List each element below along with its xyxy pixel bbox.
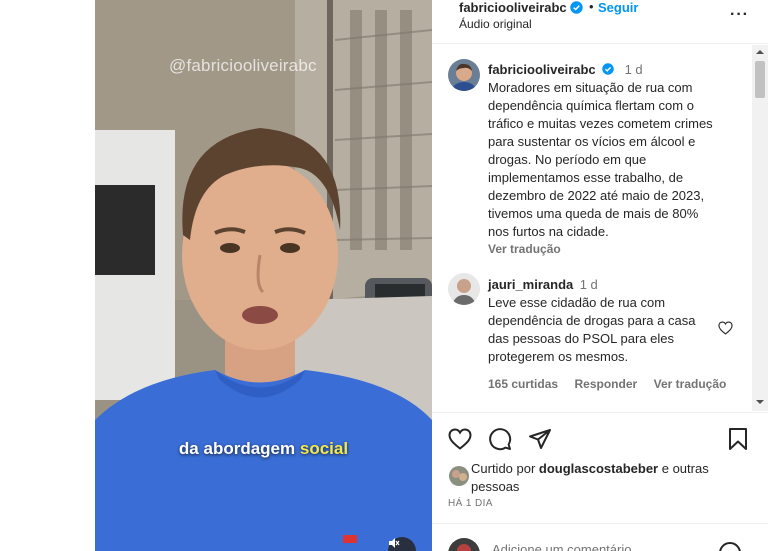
comment-time[interactable]: 1 d [625, 62, 643, 77]
comment-line: tráfico e muitas vezes cometem crimes [488, 116, 713, 131]
see-translation-link[interactable]: Ver tradução [654, 377, 727, 391]
comment-like-icon[interactable] [718, 321, 733, 340]
instagram-post-page: @fabriciooliveirabc da abordagem social … [0, 0, 782, 551]
header-separator: • [589, 0, 594, 14]
avatar[interactable] [448, 59, 480, 91]
comment-line: Leve esse cidadão de rua com [488, 295, 666, 310]
verified-badge-icon [570, 1, 583, 19]
see-translation-link[interactable]: Ver tradução [488, 242, 758, 256]
post-side-panel: fabriciooliveirabc • Seguir Áudio origin… [432, 0, 768, 551]
more-options-icon[interactable]: ··· [730, 6, 749, 24]
comment-line: Moradores em situação de rua com [488, 80, 693, 95]
author-username[interactable]: fabriciooliveirabc [459, 0, 567, 15]
post-timestamp[interactable]: HÁ 1 DIA [448, 498, 493, 509]
video-caption: da abordagem social [95, 439, 432, 459]
comment-line: das pessoas do PSOL para eles [488, 331, 674, 346]
comment-head: jauri_miranda 1 d [488, 276, 733, 294]
comment-line: nos furtos na cidade. [488, 224, 609, 239]
avatar[interactable] [448, 273, 480, 305]
post-header: fabriciooliveirabc • Seguir Áudio origin… [432, 0, 768, 44]
scroll-down-icon[interactable] [752, 395, 768, 409]
like-icon[interactable] [448, 428, 472, 455]
comment-username[interactable]: fabriciooliveirabc [488, 62, 596, 77]
comment-input[interactable]: Adicione um comentário... [492, 542, 642, 551]
comment-line: implementamos esse trabalho, de [488, 170, 684, 185]
reel-video[interactable]: @fabriciooliveirabc da abordagem social [95, 0, 432, 551]
liked-by-others[interactable]: pessoas [471, 479, 519, 494]
liked-by-suffix: e outras [658, 461, 709, 476]
reply-button[interactable]: Responder [575, 377, 638, 391]
comment-line: tivemos uma queda de mais de 80% [488, 206, 699, 221]
comment-text: Moradores em situação de rua com dependê… [488, 79, 758, 241]
liked-by-text: Curtido por douglascostabeber e outras p… [471, 460, 761, 496]
emoji-icon[interactable] [719, 542, 741, 551]
caption-text: da abordagem [178, 439, 296, 458]
save-icon[interactable] [728, 427, 748, 456]
current-user-avatar [448, 538, 480, 551]
post-actions: Curtido por douglascostabeber e outras p… [432, 412, 768, 551]
comment-line: dezembro de 2022 até maio de 2023, [488, 188, 705, 203]
liked-by-avatars[interactable] [448, 465, 470, 487]
video-frame [95, 0, 432, 551]
left-gutter [0, 0, 95, 551]
comments-list: fabriciooliveirabc 1 d Moradores em situ… [432, 45, 768, 410]
comment-likes[interactable]: 165 curtidas [488, 377, 558, 391]
liked-by-prefix: Curtido por [471, 461, 539, 476]
comment-text: Leve esse cidadão de rua com dependência… [488, 294, 733, 366]
caption-highlight: social [299, 439, 349, 458]
comment-line: drogas. No período em que [488, 152, 647, 167]
comment-icon[interactable] [488, 427, 512, 456]
comment-line: para sustentar os vícios em álcool e [488, 134, 696, 149]
comment-line: protegerem os mesmos. [488, 349, 629, 364]
audio-label[interactable]: Áudio original [459, 17, 532, 31]
share-icon[interactable] [528, 427, 552, 456]
comment-meta: 165 curtidas Responder Ver tradução [488, 375, 733, 393]
comment-line: dependência de drogas para a casa [488, 313, 696, 328]
video-watermark: @fabriciooliveirabc [169, 56, 317, 75]
right-gutter [768, 0, 782, 551]
scrollbar-thumb[interactable] [755, 61, 765, 98]
comment-body: fabriciooliveirabc 1 d Moradores em situ… [488, 61, 758, 256]
comment-bar: Adicione um comentário... [432, 523, 768, 551]
comment-body: jauri_miranda 1 d Leve esse cidadão de r… [488, 276, 733, 393]
follow-button[interactable]: Seguir [598, 0, 638, 15]
comment-time[interactable]: 1 d [580, 277, 598, 292]
sound-off-icon [389, 538, 400, 548]
comment-username[interactable]: jauri_miranda [488, 277, 573, 292]
comment-line: dependência química flertam com o [488, 98, 694, 113]
comment-head: fabriciooliveirabc 1 d [488, 61, 758, 79]
comments-scrollbar[interactable] [752, 45, 768, 411]
verified-badge-icon [602, 62, 614, 80]
liked-by-user[interactable]: douglascostabeber [539, 461, 658, 476]
scroll-up-icon[interactable] [752, 45, 768, 59]
